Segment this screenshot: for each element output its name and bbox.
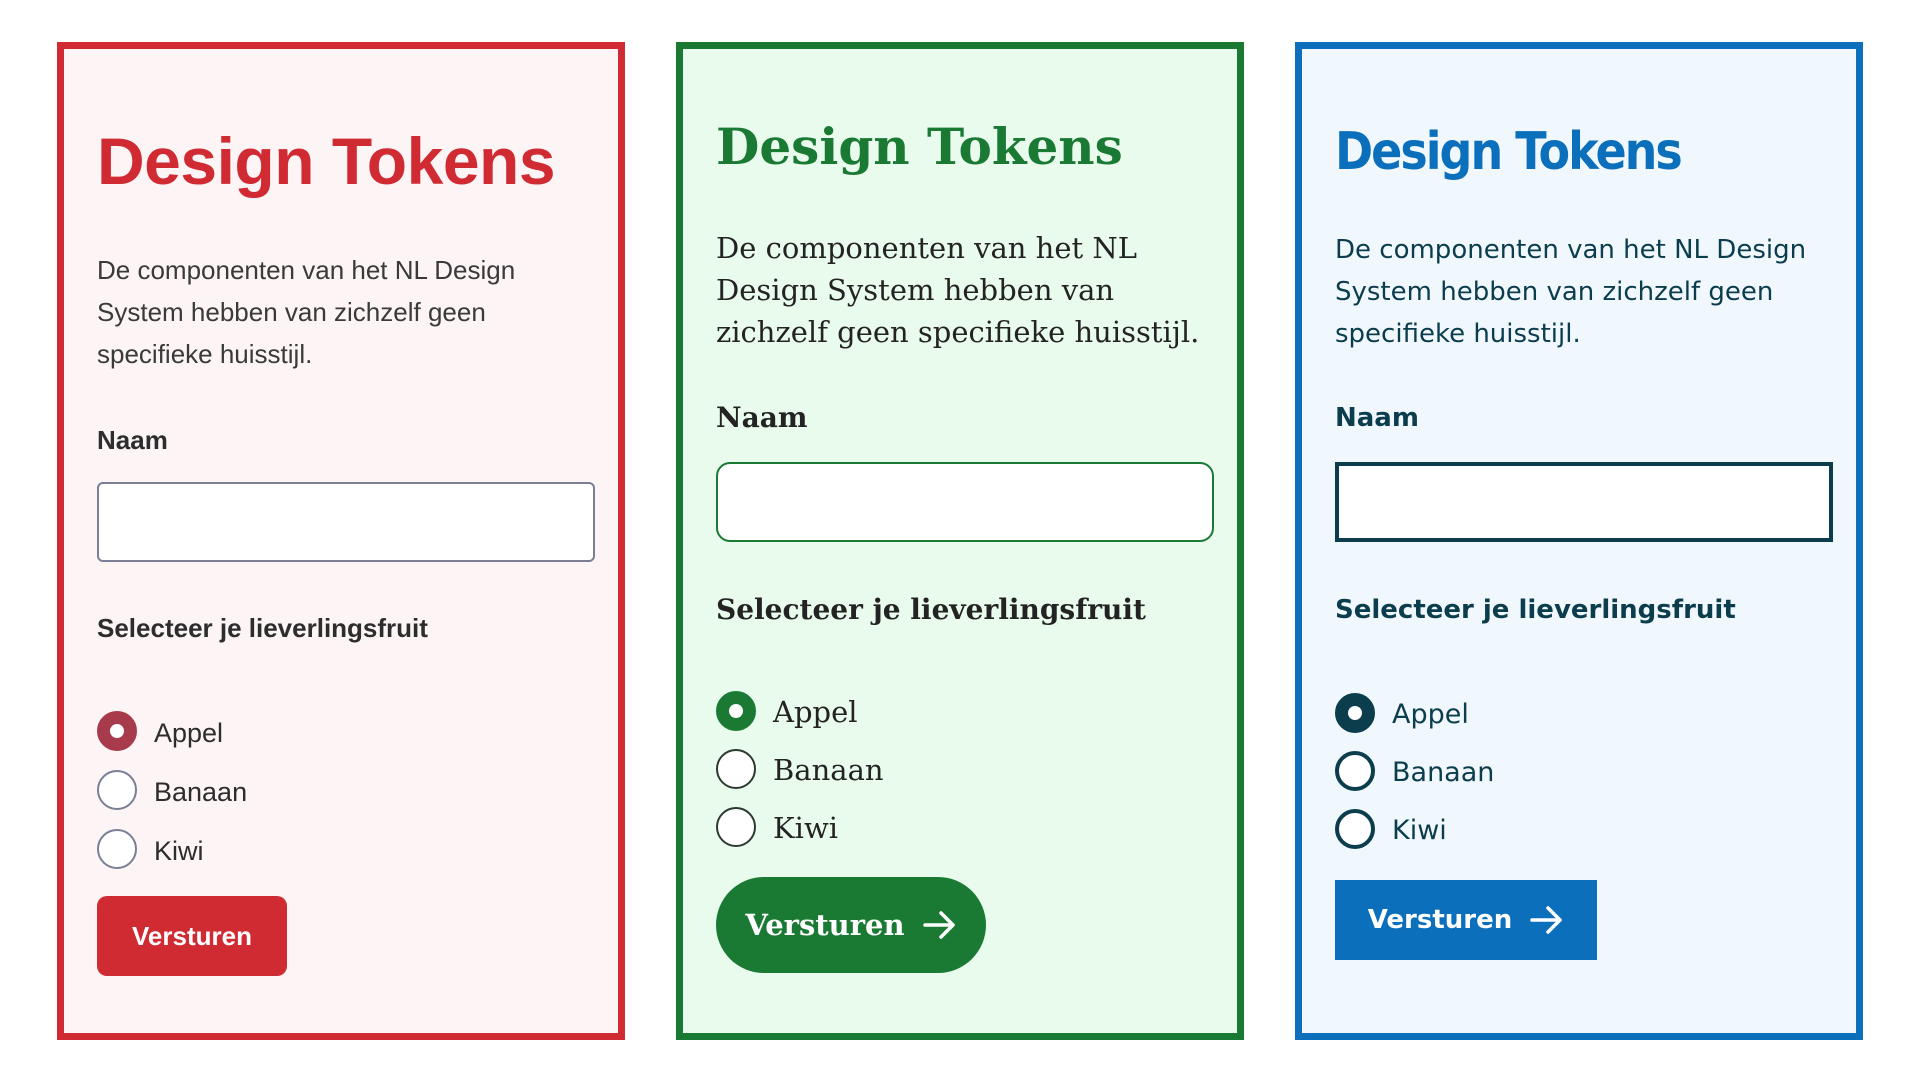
radio-label-appel[interactable]: Appel (154, 718, 223, 749)
card-title: Design Tokens (1335, 121, 1683, 182)
arrow-right-icon (1530, 906, 1563, 934)
submit-button-label: Versturen (745, 908, 905, 942)
radio-label-appel[interactable]: Appel (773, 695, 858, 729)
radio-banaan[interactable] (1335, 751, 1375, 791)
radio-label-kiwi[interactable]: Kiwi (1392, 815, 1447, 846)
radio-label-banaan[interactable]: Banaan (773, 753, 884, 787)
submit-button[interactable]: Versturen (1335, 880, 1597, 960)
fruit-legend: Selecteer je lieverlingsfruit (716, 593, 1146, 626)
fruit-legend: Selecteer je lieverlingsfruit (97, 613, 428, 643)
submit-button-label: Versturen (1367, 905, 1513, 935)
submit-button[interactable]: Versturen (97, 896, 287, 976)
card-description: De componenten van het NL Design System … (1335, 235, 1807, 349)
radio-banaan[interactable] (716, 749, 756, 789)
card-title: Design Tokens (97, 124, 556, 198)
radio-appel[interactable] (1335, 693, 1375, 733)
design-tokens-card-red: Design Tokens De componenten van het NL … (57, 42, 625, 1040)
submit-button-label: Versturen (132, 920, 252, 951)
design-tokens-card-blue: Design Tokens De componenten van het NL … (1295, 42, 1863, 1040)
radio-appel[interactable] (716, 691, 756, 731)
radio-banaan[interactable] (97, 770, 137, 810)
card-description: De componenten van het NL Design System … (97, 255, 516, 369)
radio-kiwi[interactable] (716, 807, 756, 847)
submit-button[interactable]: Versturen (716, 877, 986, 973)
radio-label-banaan[interactable]: Banaan (1392, 757, 1494, 788)
name-input[interactable] (716, 462, 1214, 542)
fruit-legend: Selecteer je lieverlingsfruit (1335, 595, 1736, 625)
name-input[interactable] (1335, 462, 1833, 542)
radio-kiwi[interactable] (1335, 809, 1375, 849)
name-label: Naam (1335, 403, 1419, 433)
radio-label-appel[interactable]: Appel (1392, 699, 1469, 730)
name-label: Naam (97, 425, 168, 455)
arrow-right-icon (922, 911, 955, 939)
radio-appel[interactable] (97, 711, 137, 751)
radio-label-banaan[interactable]: Banaan (154, 777, 247, 808)
name-input[interactable] (97, 482, 595, 562)
radio-label-kiwi[interactable]: Kiwi (154, 836, 204, 867)
design-tokens-card-green: Design Tokens De componenten van het NL … (676, 42, 1244, 1040)
card-title: Design Tokens (716, 117, 1123, 176)
name-label: Naam (716, 401, 808, 434)
radio-kiwi[interactable] (97, 829, 137, 869)
card-description: De componenten van het NL Design System … (716, 231, 1200, 349)
radio-label-kiwi[interactable]: Kiwi (773, 811, 838, 845)
